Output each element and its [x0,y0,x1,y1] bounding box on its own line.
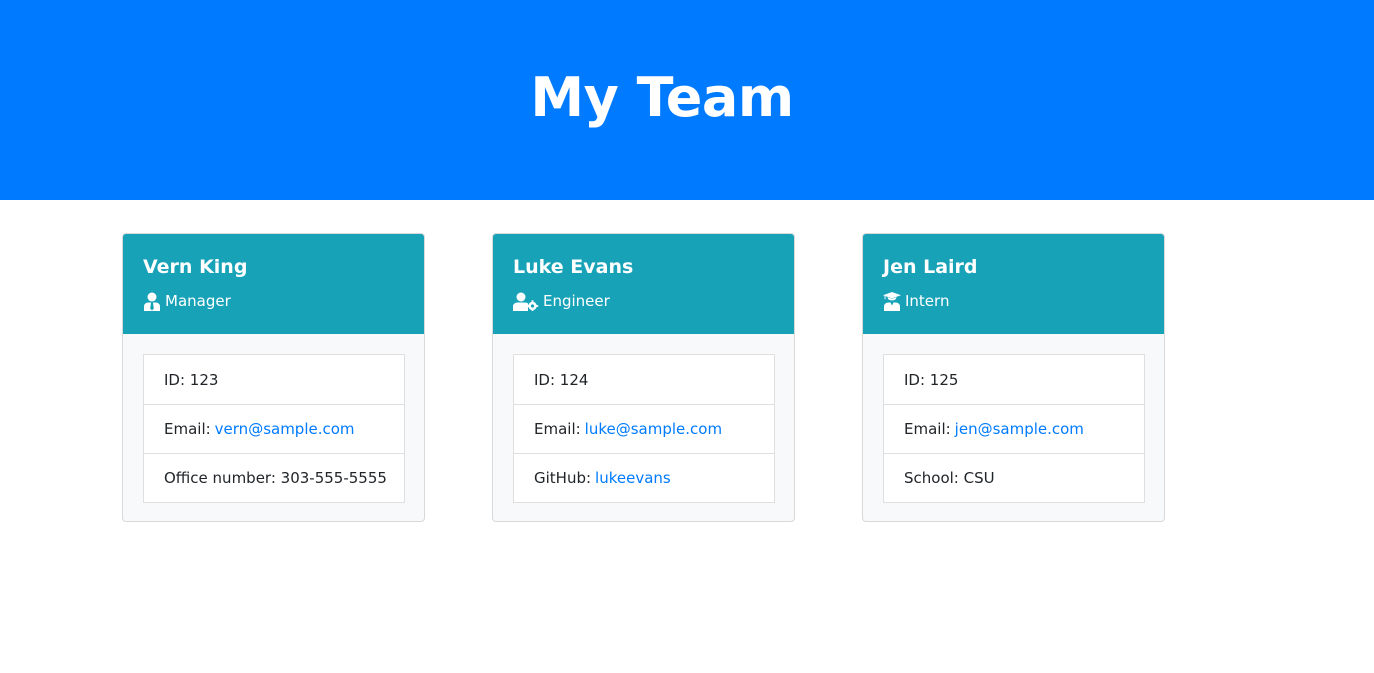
list-item-id: ID: 124 [514,355,774,404]
employee-card-intern: Jen Laird Intern ID: 125 Email: jen@samp… [862,233,1165,522]
employee-name: Vern King [143,256,248,278]
list-item-school: School: CSU [884,453,1144,502]
employee-card-manager: Vern King Manager ID: 123 Email: vern@sa… [122,233,425,522]
id-text: ID: 124 [534,370,589,389]
role-label: Manager [165,292,231,310]
id-text: ID: 123 [164,370,219,389]
list-item-github: GitHub: lukeevans [514,453,774,502]
employee-role: Intern [883,291,949,311]
employee-role: Engineer [513,291,610,311]
list-item-email: Email: vern@sample.com [144,404,404,453]
user-tie-icon [143,291,163,311]
list-item-id: ID: 125 [884,355,1144,404]
email-link[interactable]: jen@sample.com [955,420,1084,438]
role-label: Intern [905,292,950,310]
role-label: Engineer [543,292,610,310]
list-item-email: Email: jen@sample.com [884,404,1144,453]
card-header: Luke Evans Engineer [493,234,794,334]
github-label: GitHub: [534,469,592,487]
employee-details-list: ID: 124 Email: luke@sample.com GitHub: l… [513,354,775,503]
employee-card-engineer: Luke Evans Engineer ID: 124 Email: luke@… [492,233,795,522]
id-text: ID: 125 [904,370,959,389]
email-link[interactable]: luke@sample.com [585,420,722,438]
school-text: School: CSU [904,469,995,487]
employee-details-list: ID: 123 Email: vern@sample.com Office nu… [143,354,405,503]
card-header: Vern King Manager [123,234,424,334]
employee-name: Luke Evans [513,256,634,278]
email-label: Email: [164,420,211,438]
email-label: Email: [534,420,581,438]
list-item-email: Email: luke@sample.com [514,404,774,453]
header-banner: My Team [0,0,1374,200]
office-number-text: Office number: 303-555-5555 [164,469,387,487]
user-cog-icon [513,291,541,311]
email-link[interactable]: vern@sample.com [215,420,355,438]
employee-name: Jen Laird [883,256,978,278]
list-item-office-number: Office number: 303-555-5555 [144,453,404,502]
card-header: Jen Laird Intern [863,234,1164,334]
employee-role: Manager [143,291,231,311]
employee-details-list: ID: 125 Email: jen@sample.com School: CS… [883,354,1145,503]
github-link[interactable]: lukeevans [595,469,671,487]
email-label: Email: [904,420,951,438]
user-graduate-icon [883,291,903,311]
list-item-id: ID: 123 [144,355,404,404]
page-title: My Team [530,66,794,129]
